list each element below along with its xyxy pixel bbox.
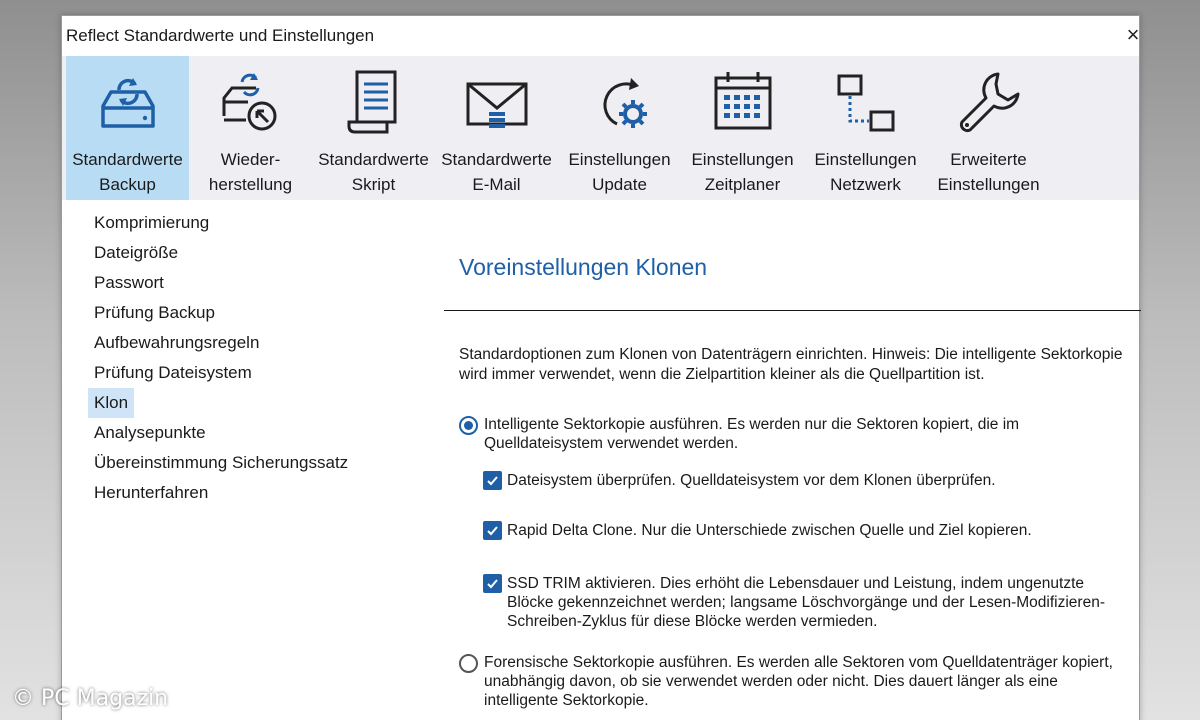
radio-intelligent-sector-copy[interactable] [459,416,478,435]
tab-standardwerte-email[interactable]: Standardwerte E-Mail [435,56,558,200]
checkmark-icon [487,476,498,486]
checkbox-label: Rapid Delta Clone. Nur die Unterschiede … [507,522,1032,539]
divider [444,310,1141,311]
backup-drive-icon [100,78,155,128]
radio-label: Intelligente Sektorkopie ausführen. Es w… [484,416,1020,452]
page-title: Voreinstellungen Klonen [459,254,708,280]
email-icon [466,82,527,128]
option-ssd-trim: SSD TRIM aktivieren. Dies erhöht die Leb… [483,574,1141,631]
restore-icon [222,73,276,131]
sidebar-item-pruefung-backup[interactable]: Prüfung Backup [88,298,221,328]
settings-sidebar: Komprimierung Dateigröße Passwort Prüfun… [88,208,390,508]
close-button[interactable]: × [1121,22,1145,48]
tab-standardwerte-skript[interactable]: Standardwerte Skript [312,56,435,200]
update-icon [603,78,647,128]
tab-einstellungen-update[interactable]: Einstellungen Update [558,56,681,200]
tool-label: Standardwerte Backup [72,150,183,194]
category-toolbar: StandardwerteBackup Wieder-herstellung [62,56,1139,200]
tab-erweiterte-einstellungen[interactable]: Erweiterte Einstellungen [927,56,1050,200]
sidebar-item-aufbewahrungsregeln[interactable]: Aufbewahrungsregeln [88,328,265,358]
description-text: Standardoptionen zum Klonen von Datenträ… [459,346,1123,383]
tool-label: Standardwerte Skript [318,150,429,194]
sidebar-item-pruefung-dateisystem[interactable]: Prüfung Dateisystem [88,358,258,388]
option-check-filesystem: Dateisystem überprüfen. Quelldateisystem… [483,471,1141,490]
tool-label: Einstellungen Update [568,150,671,194]
sidebar-item-passwort[interactable]: Passwort [88,268,170,298]
checkmark-icon [487,526,498,536]
checkmark-icon [487,579,498,589]
option-forensic-sector-copy: Forensische Sektorkopie ausführen. Es we… [459,653,1141,710]
tab-standardwerte-backup[interactable]: Standardwerte Backup [66,56,189,200]
sidebar-item-herunterfahren[interactable]: Herunterfahren [88,478,214,508]
title-bar: Reflect Standardwerte und Einstellungen … [62,16,1139,56]
settings-window: Reflect Standardwerte und Einstellungen … [61,15,1141,720]
network-icon [837,74,894,132]
tool-label: Einstellungen Netzwerk [814,150,917,194]
watermark: © PC Magazin [12,686,169,711]
tab-wiederherstellung[interactable]: Wieder-herstellung [189,56,312,200]
tab-einstellungen-zeitplaner[interactable]: Einstellungen Zeitplaner [681,56,804,200]
radio-label: Forensische Sektorkopie ausführen. Es we… [484,654,1113,709]
option-intelligent-sector-copy: Intelligente Sektorkopie ausführen. Es w… [459,415,1141,453]
clone-settings-panel: Voreinstellungen Klonen Standardoptionen… [444,200,1141,710]
tool-label: Wieder-herstellung [208,150,293,194]
tool-label: Standardwerte E-Mail [441,150,552,194]
calendar-icon [714,72,771,130]
sidebar-item-klon[interactable]: Klon [88,388,135,418]
checkbox-check-filesystem[interactable] [483,471,502,490]
checkbox-ssd-trim[interactable] [483,574,502,593]
sidebar-item-analysepunkte[interactable]: Analysepunkte [88,418,212,448]
checkbox-label: SSD TRIM aktivieren. Dies erhöht die Leb… [507,575,1105,630]
window-title: Reflect Standardwerte und Einstellungen [66,26,375,45]
tab-einstellungen-netzwerk[interactable]: Einstellungen Netzwerk [804,56,927,200]
radio-forensic-sector-copy[interactable] [459,654,478,673]
sidebar-item-dateigroesse[interactable]: Dateigröße [88,238,184,268]
checkbox-label: Dateisystem überprüfen. Quelldateisystem… [507,472,996,489]
wrench-icon [959,72,1019,133]
script-icon [347,70,396,134]
checkbox-rapid-delta-clone[interactable] [483,521,502,540]
tool-label: Einstellungen Zeitplaner [691,150,794,194]
sidebar-item-komprimierung[interactable]: Komprimierung [88,208,215,238]
option-rapid-delta-clone: Rapid Delta Clone. Nur die Unterschiede … [483,521,1141,540]
sidebar-item-uebereinstimmung-sicherungssatz[interactable]: Übereinstimmung Sicherungssatz [88,448,354,478]
tool-label: Erweiterte Einstellungen [937,150,1040,194]
